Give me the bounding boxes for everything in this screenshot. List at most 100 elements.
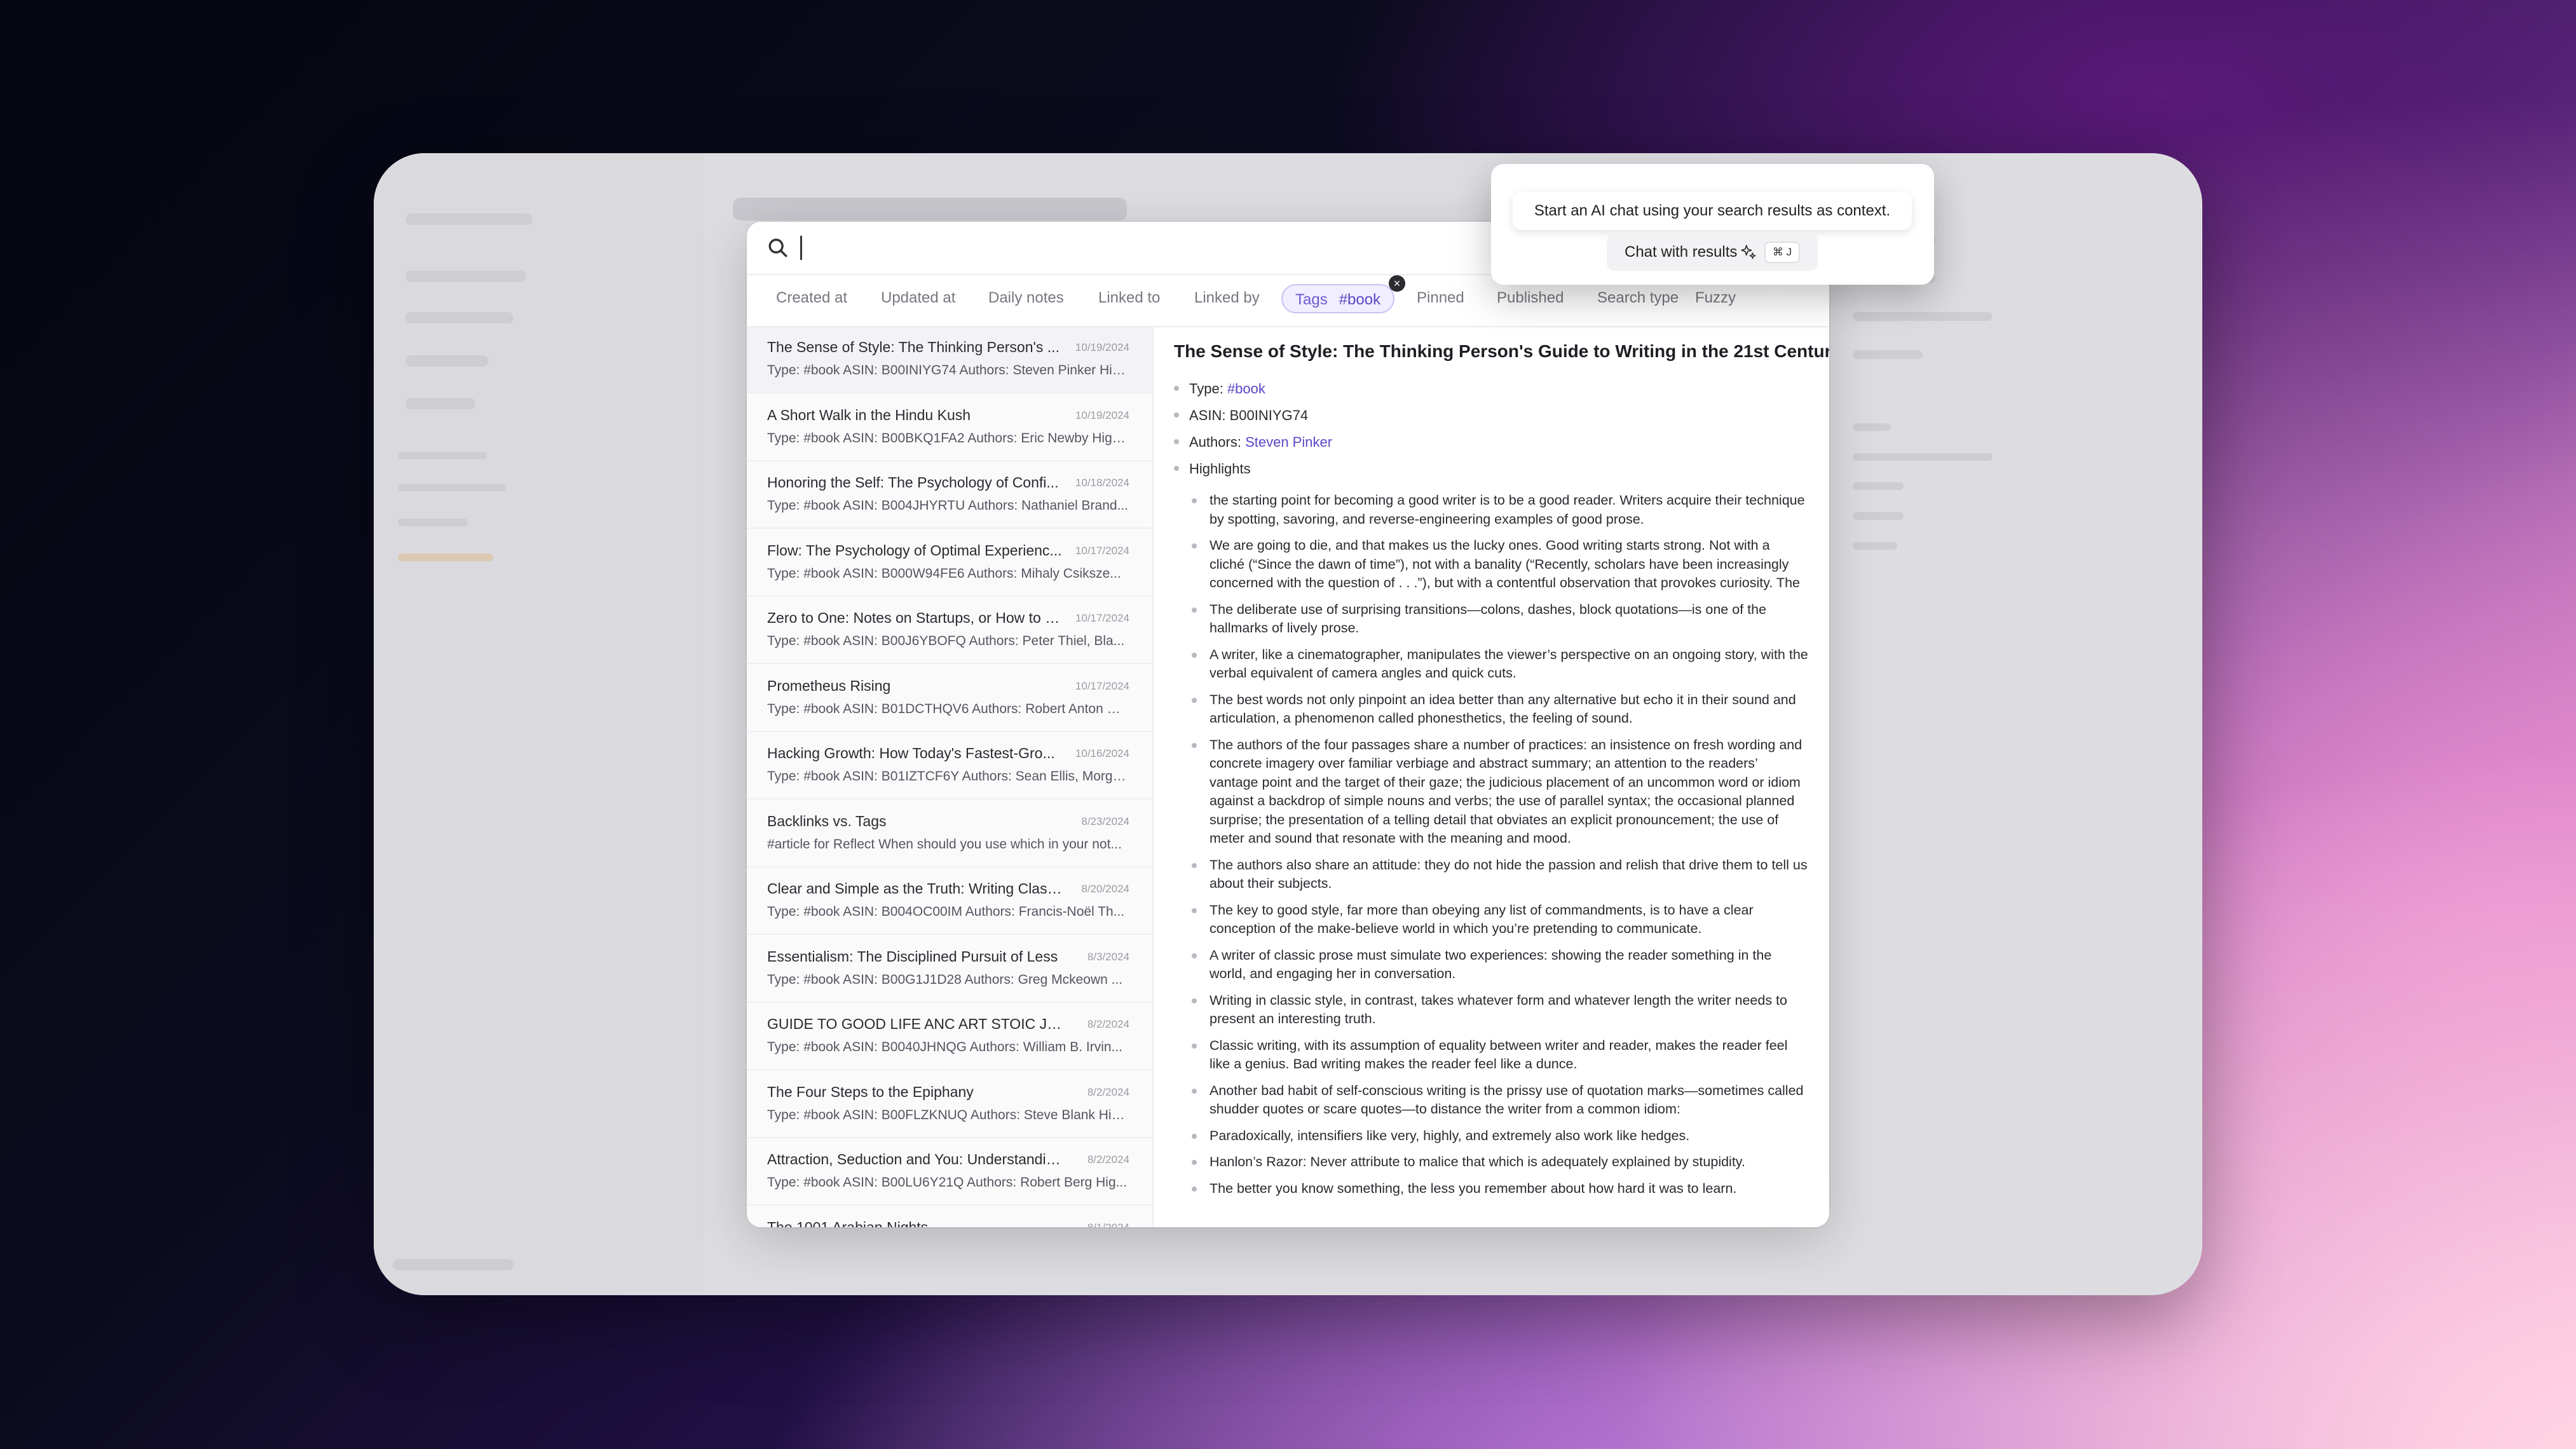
filter-created-at[interactable]: Created at [776, 289, 847, 307]
preview-title: The Sense of Style: The Thinking Person'… [1174, 341, 1829, 361]
result-item[interactable]: GUIDE TO GOOD LIFE ANC ART STOIC JOY ...… [747, 1004, 1152, 1070]
prop-highlights: Highlights [1174, 461, 1251, 477]
author-link[interactable]: Steven Pinker [1245, 434, 1332, 450]
result-title: Essentialism: The Disciplined Pursuit of… [767, 948, 1058, 965]
result-item[interactable]: Hacking Growth: How Today's Fastest-Gro.… [747, 733, 1152, 799]
result-date: 8/2/2024 [1087, 1018, 1129, 1030]
result-snippet: Type: #book ASIN: B00FLZKNUQ Authors: St… [767, 1107, 1129, 1122]
result-item[interactable]: Zero to One: Notes on Startups, or How t… [747, 598, 1152, 664]
result-snippet: Type: #book ASIN: B00G1J1D28 Authors: Gr… [767, 972, 1123, 987]
result-snippet: Type: #book ASIN: B000W94FE6 Authors: Mi… [767, 566, 1121, 581]
ai-chat-popover: Start an AI chat using your search resul… [1491, 164, 1934, 285]
highlight-item: Another bad habit of self-conscious writ… [1192, 1082, 1808, 1119]
prop-asin: ASIN: B00INIYG74 [1174, 407, 1308, 424]
note-preview: The Sense of Style: The Thinking Person'… [1154, 327, 1829, 1227]
result-snippet: Type: #book ASIN: B00INIYG74 Authors: St… [767, 363, 1129, 378]
result-item[interactable]: Flow: The Psychology of Optimal Experien… [747, 531, 1152, 597]
result-date: 10/18/2024 [1075, 477, 1129, 489]
text-caret [800, 236, 802, 260]
result-item[interactable]: The 1001 Arabian Nights 8/1/2024 [747, 1208, 1152, 1228]
result-title: The 1001 Arabian Nights [767, 1218, 929, 1228]
result-snippet: Type: #book ASIN: B004OC00IM Authors: Fr… [767, 904, 1125, 919]
highlight-item: Hanlon’s Razor: Never attribute to malic… [1192, 1153, 1808, 1172]
result-item[interactable]: The Four Steps to the Epiphany 8/2/2024 Ty… [747, 1072, 1152, 1138]
result-title: Attraction, Seduction and You: Understan… [767, 1151, 1066, 1167]
search-icon [768, 238, 787, 257]
result-snippet: Type: #book ASIN: B01DCTHQV6 Authors: Ro… [767, 701, 1129, 716]
highlight-item: The key to good style, far more than obe… [1192, 901, 1808, 939]
result-date: 10/17/2024 [1075, 544, 1129, 557]
highlight-item: The best words not only pinpoint an idea… [1192, 691, 1808, 728]
result-title: Clear and Simple as the Truth: Writing C… [767, 880, 1066, 897]
result-title: Prometheus Rising [767, 677, 891, 694]
result-title: GUIDE TO GOOD LIFE ANC ART STOIC JOY ... [767, 1016, 1066, 1032]
highlight-item: We are going to die, and that makes us t… [1192, 536, 1808, 593]
result-title: Zero to One: Notes on Startups, or How t… [767, 609, 1066, 626]
result-item[interactable]: Honoring the Self: The Psychology of Con… [747, 463, 1152, 529]
highlight-item: The deliberate use of surprising transit… [1192, 601, 1808, 638]
result-date: 10/16/2024 [1075, 747, 1129, 759]
filter-tags-value: #book [1339, 291, 1381, 308]
highlight-item: Paradoxically, intensifiers like very, h… [1192, 1127, 1808, 1146]
highlight-item: The better you know something, the less … [1192, 1180, 1808, 1199]
filter-pinned[interactable]: Pinned [1417, 289, 1464, 307]
result-date: 10/17/2024 [1075, 679, 1129, 692]
chat-with-results-button[interactable]: Chat with results ⌘ J [1607, 234, 1818, 271]
result-snippet: Type: #book ASIN: B00BKQ1FA2 Authors: Er… [767, 430, 1129, 446]
popover-description: Start an AI chat using your search resul… [1513, 192, 1912, 230]
filter-tags-label: Tags [1295, 291, 1328, 308]
result-item[interactable]: The Sense of Style: The Thinking Person'… [747, 327, 1152, 393]
filter-search-type-label[interactable]: Search type [1597, 289, 1679, 307]
result-snippet: Type: #book ASIN: B0040JHNQG Authors: Wi… [767, 1040, 1123, 1054]
result-date: 8/23/2024 [1081, 815, 1129, 827]
result-snippet: #article for Reflect When should you use… [767, 836, 1122, 852]
results-list: The Sense of Style: The Thinking Person'… [747, 327, 1154, 1227]
close-icon[interactable]: × [1389, 275, 1405, 292]
result-title: Backlinks vs. Tags [767, 812, 887, 829]
result-snippet: Type: #book ASIN: B00J6YBOFQ Authors: Pe… [767, 634, 1125, 648]
result-date: 8/20/2024 [1081, 883, 1129, 895]
result-item[interactable]: Backlinks vs. Tags 8/23/2024 #article for … [747, 801, 1152, 867]
result-date: 8/1/2024 [1087, 1221, 1129, 1228]
result-title: Hacking Growth: How Today's Fastest-Gro.… [767, 745, 1055, 761]
result-snippet: Type: #book ASIN: B004JHYRTU Authors: Na… [767, 498, 1129, 513]
filter-updated-at[interactable]: Updated at [881, 289, 955, 307]
sparkle-icon [1741, 245, 1756, 259]
result-title: Flow: The Psychology of Optimal Experien… [767, 541, 1062, 559]
filter-tags-chip[interactable]: Tags #book [1281, 284, 1395, 313]
highlight-item: the starting point for becoming a good w… [1192, 491, 1808, 529]
result-title: The Sense of Style: The Thinking Person'… [767, 339, 1060, 355]
filter-search-type-value[interactable]: Fuzzy [1695, 289, 1736, 307]
result-snippet: Type: #book ASIN: B01IZTCF6Y Authors: Se… [767, 769, 1129, 784]
tag-link[interactable]: #book [1227, 381, 1265, 397]
chat-button-label: Chat with results [1625, 243, 1738, 261]
result-date: 8/2/2024 [1087, 1153, 1129, 1166]
highlight-item: The authors of the four passages share a… [1192, 736, 1808, 848]
highlight-item: A writer of classic prose must simulate … [1192, 946, 1808, 984]
filter-published[interactable]: Published [1497, 289, 1564, 307]
result-item[interactable]: Clear and Simple as the Truth: Writing C… [747, 869, 1152, 935]
result-date: 8/3/2024 [1087, 950, 1129, 963]
result-item[interactable]: Prometheus Rising 10/17/2024 Type: #book A… [747, 666, 1152, 732]
result-snippet: Type: #book ASIN: B00LU6Y21Q Authors: Ro… [767, 1175, 1128, 1190]
result-title: A Short Walk in the Hindu Kush [767, 406, 971, 423]
result-date: 10/19/2024 [1075, 409, 1129, 421]
result-date: 10/17/2024 [1075, 612, 1129, 624]
result-title: Honoring the Self: The Psychology of Con… [767, 474, 1059, 491]
search-modal: Created at Updated at Daily notes Linked… [747, 222, 1829, 1227]
result-item[interactable]: A Short Walk in the Hindu Kush 10/19/2024… [747, 395, 1152, 461]
prop-type: Type: #book [1174, 381, 1265, 397]
highlights-list: the starting point for becoming a good w… [1192, 491, 1808, 1206]
highlight-item: A writer, like a cinematographer, manipu… [1192, 646, 1808, 683]
result-date: 8/2/2024 [1087, 1085, 1129, 1098]
result-title: The Four Steps to the Epiphany [767, 1083, 974, 1100]
filter-linked-by[interactable]: Linked by [1194, 289, 1260, 307]
search-input[interactable] [798, 231, 1563, 266]
result-item[interactable]: Attraction, Seduction and You: Understan… [747, 1139, 1152, 1206]
result-item[interactable]: Essentialism: The Disciplined Pursuit of… [747, 937, 1152, 1003]
filter-linked-to[interactable]: Linked to [1098, 289, 1160, 307]
filter-daily-notes[interactable]: Daily notes [988, 289, 1064, 307]
highlight-item: Writing in classic style, in contrast, t… [1192, 991, 1808, 1029]
result-date: 10/19/2024 [1075, 341, 1129, 353]
prop-authors: Authors: Steven Pinker [1174, 434, 1332, 451]
